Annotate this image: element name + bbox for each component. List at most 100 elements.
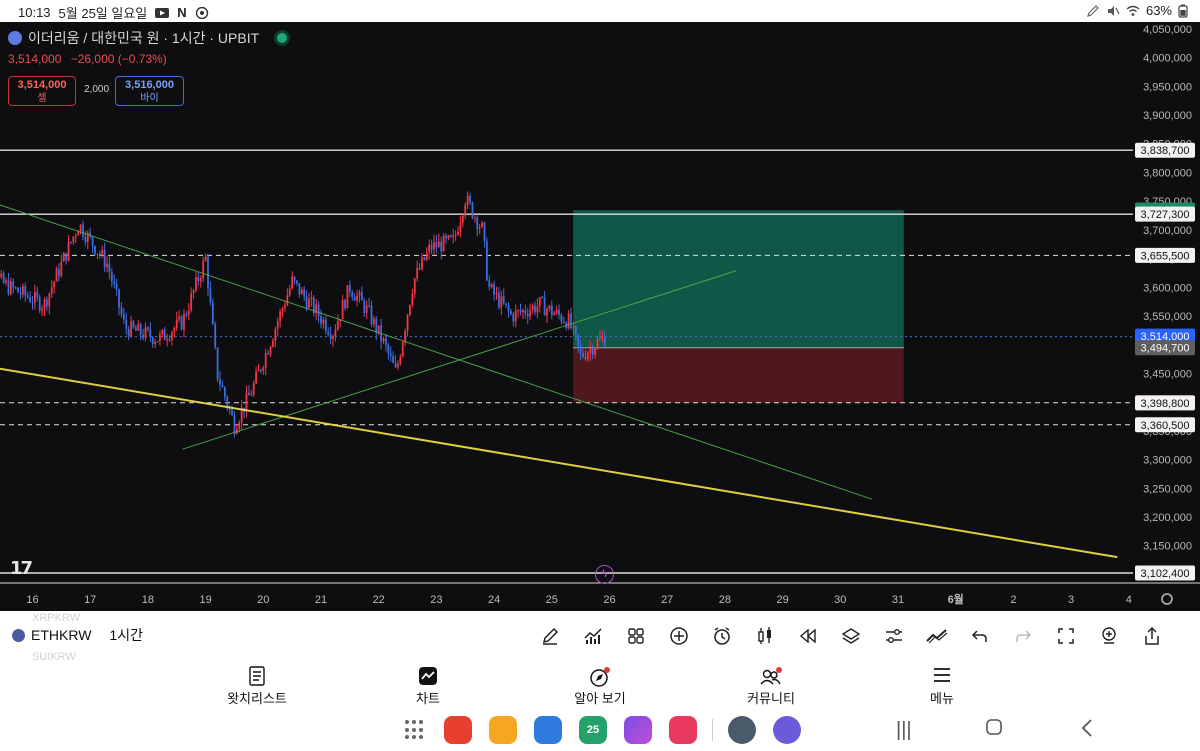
candle-body xyxy=(293,276,296,281)
candle-body xyxy=(457,232,459,235)
nav-community[interactable]: 커뮤니티 xyxy=(721,666,821,707)
candle-body xyxy=(43,299,46,309)
candle-body xyxy=(570,313,572,328)
candle-body xyxy=(94,245,96,255)
toolbar-interval[interactable]: 1시간 xyxy=(109,625,143,645)
indicators-icon[interactable] xyxy=(571,623,614,649)
candle-body xyxy=(120,307,123,315)
candle-body xyxy=(538,297,541,307)
trading-icon[interactable] xyxy=(915,623,958,649)
candle-body xyxy=(180,316,183,330)
replay-icon[interactable] xyxy=(786,623,829,649)
candle-body xyxy=(553,313,556,316)
symbol-header[interactable]: 이더리움 / 대한민국 원 · 1시간 · UPBIT xyxy=(8,28,288,48)
share-icon[interactable] xyxy=(1130,623,1173,649)
candle-body xyxy=(29,297,31,303)
draw-icon[interactable] xyxy=(528,623,571,649)
candle-body xyxy=(327,331,330,335)
candle-body xyxy=(351,291,354,298)
candle-body xyxy=(267,353,270,355)
nav-menu[interactable]: 메뉴 xyxy=(892,666,992,707)
nav-explore[interactable]: 알아 보기 xyxy=(550,666,650,707)
candle-body xyxy=(284,305,286,309)
chart-area[interactable]: 4,050,0004,000,0003,950,0003,900,0003,85… xyxy=(0,22,1200,611)
y-tick-label: 3,600,000 xyxy=(1143,282,1192,294)
nav-chart[interactable]: 차트 xyxy=(378,666,478,707)
layers-icon[interactable] xyxy=(829,623,872,649)
buy-button[interactable]: 3,516,000 바이 xyxy=(115,76,184,106)
files-app-icon[interactable] xyxy=(489,716,517,744)
youtube-icon xyxy=(155,7,170,18)
notes-app-icon[interactable] xyxy=(444,716,472,744)
candle-body xyxy=(397,363,399,368)
x-tick-label: 31 xyxy=(892,594,904,606)
candle-body xyxy=(221,384,224,388)
add-icon[interactable] xyxy=(657,623,700,649)
y-tick-label: 3,700,000 xyxy=(1143,225,1192,237)
x-tick-label: 29 xyxy=(776,594,788,606)
home-icon[interactable] xyxy=(985,718,1003,742)
buy-price: 3,516,000 xyxy=(125,79,174,91)
candle-body xyxy=(495,292,498,295)
pen-app-icon[interactable] xyxy=(534,716,562,744)
x-tick-label: 3 xyxy=(1068,594,1074,606)
calendar-app-icon[interactable]: 25 xyxy=(579,716,607,744)
candle-body xyxy=(202,260,205,279)
candle-body xyxy=(423,257,426,260)
nav-chart-label: 차트 xyxy=(416,691,440,706)
templates-icon[interactable] xyxy=(614,623,657,649)
community-icon xyxy=(760,667,782,685)
candle-body xyxy=(24,286,27,296)
browser-app-icon[interactable] xyxy=(624,716,652,744)
chart-icon xyxy=(419,667,437,685)
candle-body xyxy=(507,305,510,312)
alarm-icon[interactable] xyxy=(700,623,743,649)
candle-body xyxy=(161,329,164,335)
candle-body xyxy=(113,281,116,284)
lightning-icon[interactable]: ϟ xyxy=(595,565,614,584)
candle-body xyxy=(365,305,368,313)
candle-style-icon[interactable] xyxy=(743,623,786,649)
candle-body xyxy=(238,422,241,429)
candle-body xyxy=(334,330,337,337)
candle-body xyxy=(430,244,433,250)
candle-body xyxy=(223,387,226,398)
candle-body xyxy=(108,263,111,273)
candle-body xyxy=(452,235,455,237)
app-drawer-icon[interactable] xyxy=(405,720,425,740)
undo-icon[interactable] xyxy=(958,623,1001,649)
candle-body xyxy=(171,332,173,340)
candle-body xyxy=(38,296,41,311)
add-alert-icon[interactable] xyxy=(1087,623,1130,649)
candle-body xyxy=(96,253,99,255)
sell-button[interactable]: 3,514,000 셀 xyxy=(8,76,76,106)
nav-watchlist[interactable]: 왓치리스트 xyxy=(207,666,307,707)
candle-body xyxy=(346,285,349,309)
settings-app-icon[interactable] xyxy=(728,716,756,744)
candle-body xyxy=(12,281,15,288)
candle-body xyxy=(356,295,358,301)
price-tag-label: 3,398,800 xyxy=(1141,398,1190,410)
x-tick-label: 18 xyxy=(142,594,154,606)
candle-body xyxy=(17,287,19,293)
candle-body xyxy=(190,293,193,311)
candle-body xyxy=(247,392,250,396)
camera-app-icon[interactable] xyxy=(669,716,697,744)
sell-price: 3,514,000 xyxy=(17,79,67,91)
candle-body xyxy=(483,222,486,241)
messenger-app-icon[interactable] xyxy=(773,716,801,744)
symbol-selector[interactable]: XRPKRW ETHKRW 1시간 SUIKRW xyxy=(12,612,143,663)
recents-icon[interactable]: ||| xyxy=(896,719,912,742)
back-icon[interactable] xyxy=(1080,718,1094,744)
candle-body xyxy=(437,241,440,248)
candle-body xyxy=(276,321,279,330)
candle-body xyxy=(536,306,539,313)
redo-icon[interactable] xyxy=(1001,623,1044,649)
price-chart[interactable]: 4,050,0004,000,0003,950,0003,900,0003,85… xyxy=(0,22,1200,611)
fullscreen-icon[interactable] xyxy=(1044,623,1087,649)
x-tick-label: 6월 xyxy=(948,592,964,606)
candle-body xyxy=(490,284,493,288)
candle-body xyxy=(74,235,77,237)
candle-body xyxy=(168,339,171,341)
settings-sliders-icon[interactable] xyxy=(872,623,915,649)
